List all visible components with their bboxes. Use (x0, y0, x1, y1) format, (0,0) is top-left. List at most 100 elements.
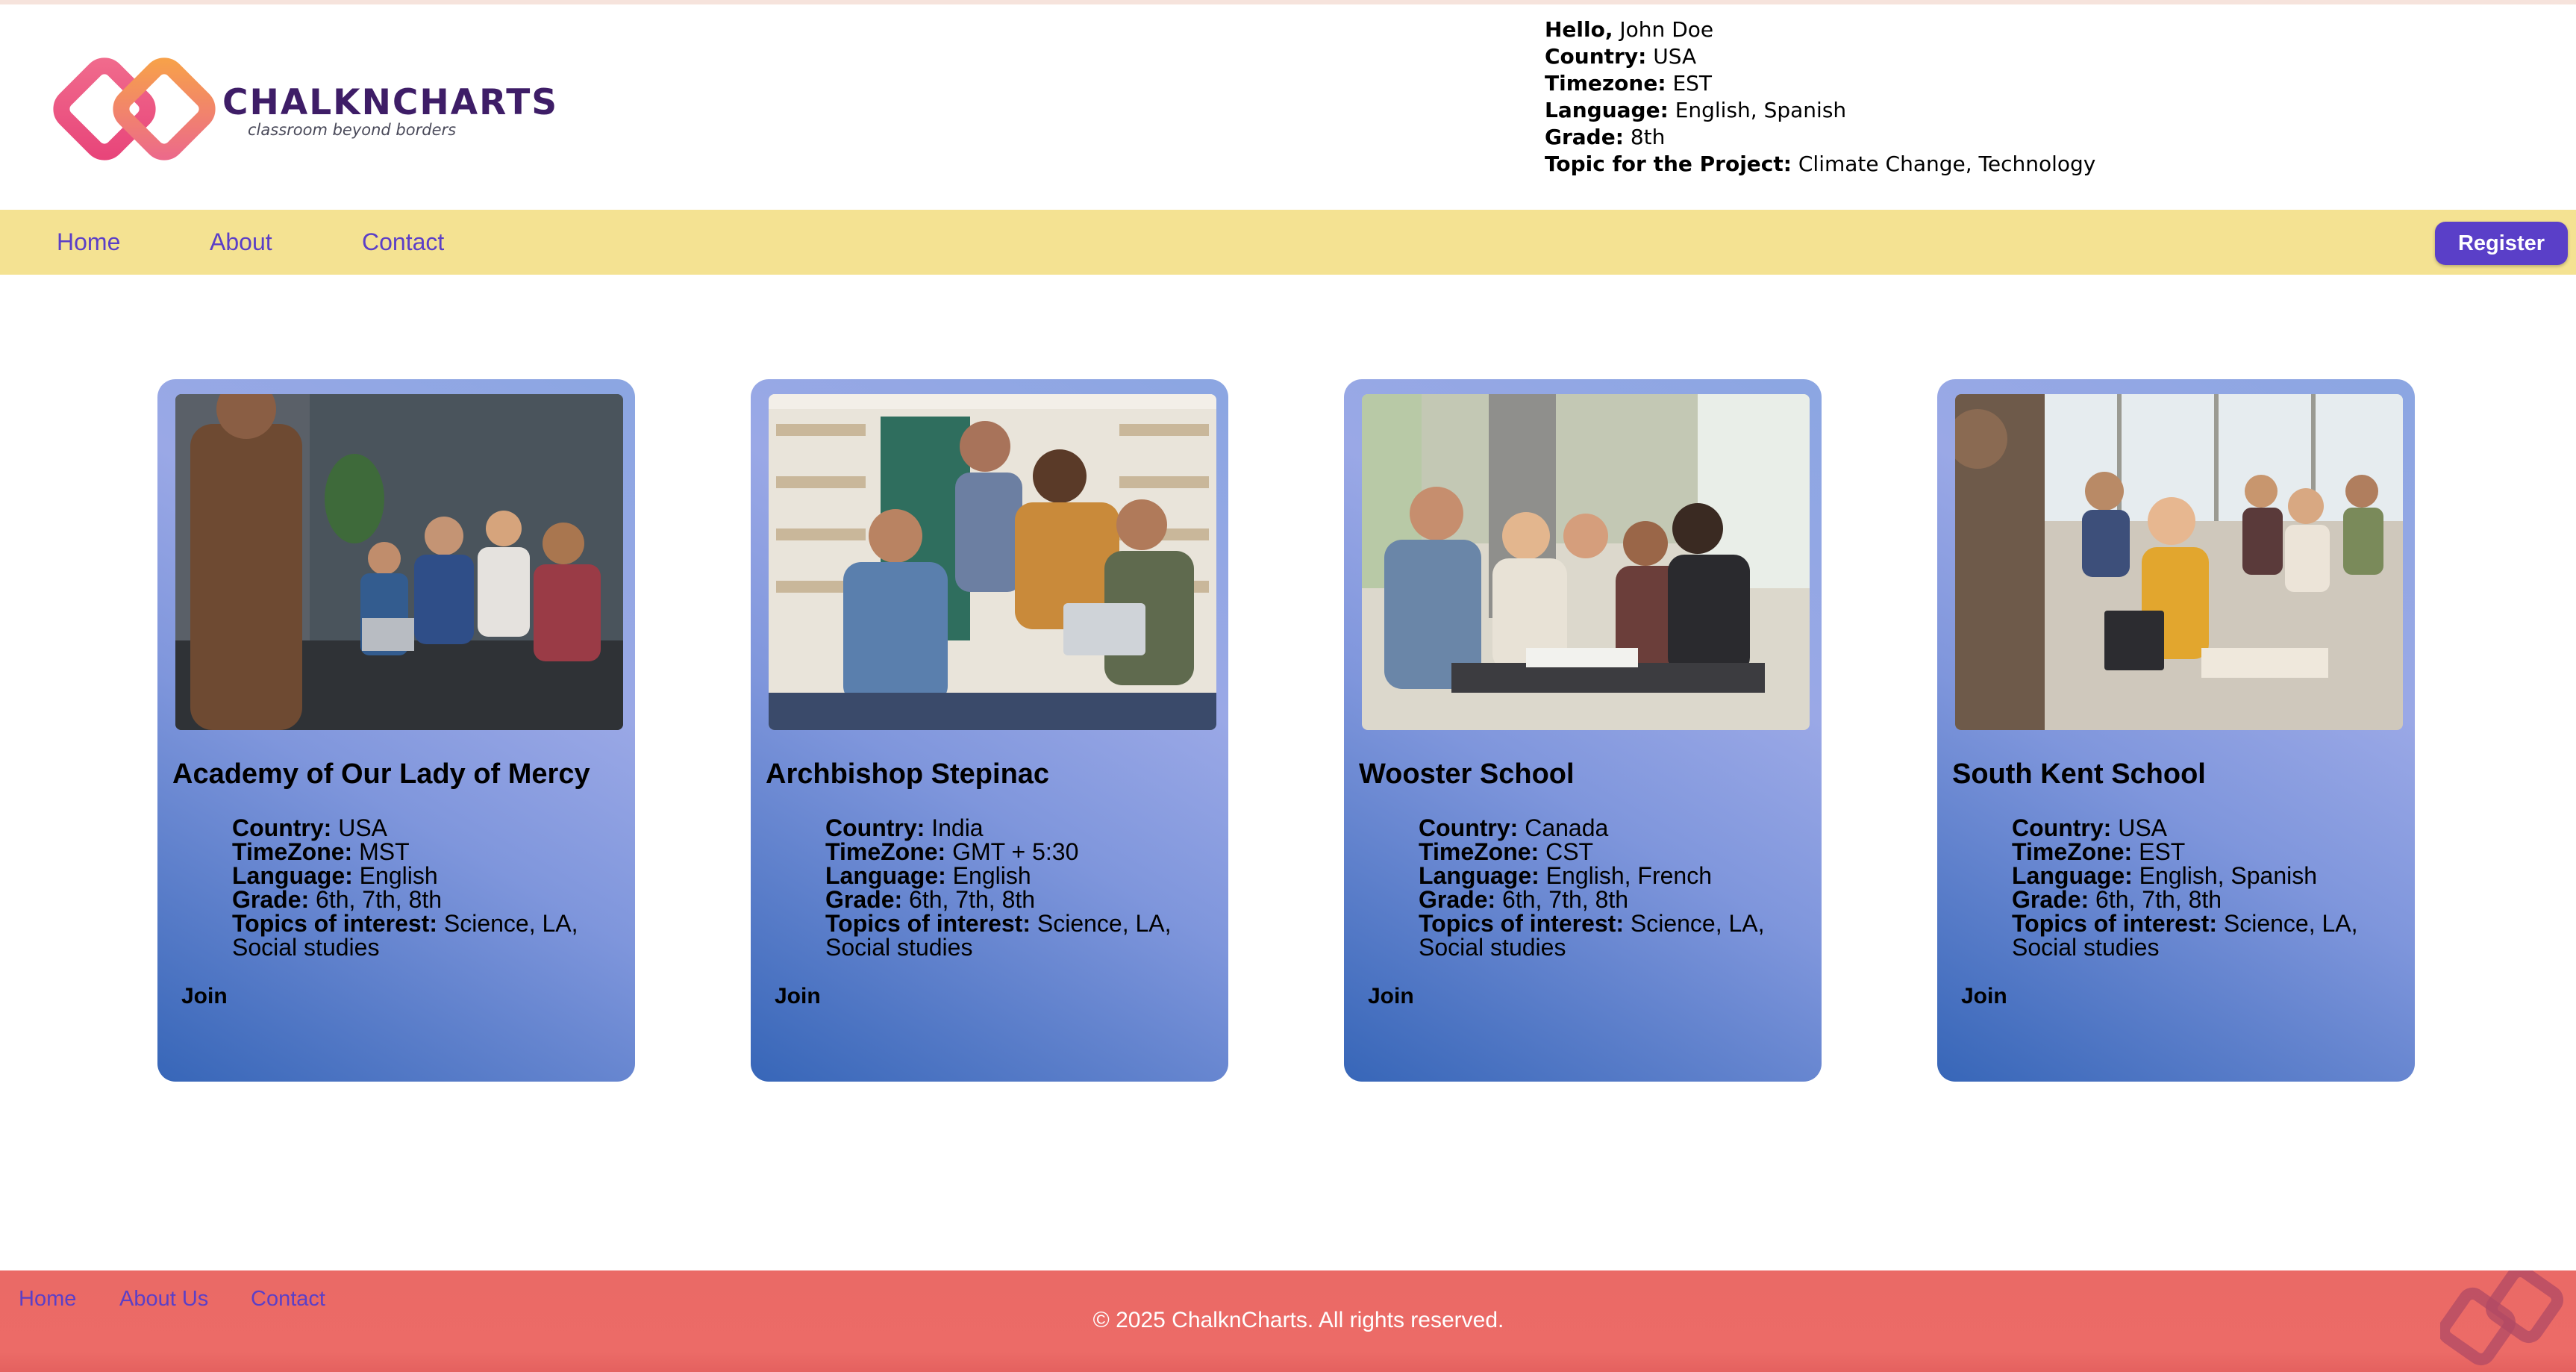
join-button[interactable]: Join (181, 984, 228, 1009)
nav-link-about[interactable]: About (210, 228, 272, 256)
detail-language: Language: English (825, 864, 1206, 888)
detail-language: Language: English, French (1419, 864, 1799, 888)
detail-grade: Grade: 6th, 7th, 8th (825, 888, 1206, 911)
school-details: Country: USA TimeZone: MST Language: Eng… (232, 816, 613, 959)
detail-label: Country: (825, 814, 925, 841)
detail-country: Country: USA (232, 816, 613, 840)
school-name: Academy of Our Lady of Mercy (172, 758, 590, 790)
detail-value: 6th, 7th, 8th (316, 886, 443, 913)
copyright-text: © 2025 ChalknCharts. All rights reserved… (1092, 1308, 1504, 1332)
nav-link-home[interactable]: Home (57, 228, 120, 256)
school-details: Country: India TimeZone: GMT + 5:30 Lang… (825, 816, 1206, 959)
footer-logo-icon (2440, 1270, 2564, 1366)
detail-label: Topics of interest: (2012, 910, 2217, 937)
user-profile-summary: Hello, John Doe Country: USA Timezone: E… (1545, 16, 2095, 178)
user-greeting-row: Hello, John Doe (1545, 16, 2095, 43)
detail-value: English (359, 862, 438, 889)
detail-value: English, French (1545, 862, 1712, 889)
school-photo (769, 394, 1216, 730)
detail-grade: Grade: 6th, 7th, 8th (232, 888, 613, 911)
country-label: Country: (1545, 44, 1647, 69)
brand-name: CHALKNCHARTS (222, 82, 559, 123)
detail-label: Language: (1419, 862, 1539, 889)
detail-topics: Topics of interest: Science, LA, Social … (825, 911, 1206, 959)
user-name: John Doe (1619, 17, 1714, 42)
detail-label: Topics of interest: (825, 910, 1031, 937)
classroom-photo-icon (175, 394, 623, 730)
detail-timezone: TimeZone: MST (232, 840, 613, 864)
school-name: Archbishop Stepinac (766, 758, 1050, 790)
detail-value: USA (338, 814, 387, 841)
detail-country: Country: USA (2012, 816, 2392, 840)
site-header: CHALKNCHARTS classroom beyond borders He… (0, 4, 2576, 210)
detail-value: USA (2118, 814, 2167, 841)
detail-value: Canada (1525, 814, 1609, 841)
hello-label: Hello, (1545, 17, 1613, 42)
school-photo (175, 394, 623, 730)
study-group-photo-icon (1362, 394, 1810, 730)
lecture-hall-photo-icon (1955, 394, 2403, 730)
school-card: Academy of Our Lady of Mercy Country: US… (157, 379, 635, 1082)
user-language: English, Spanish (1675, 98, 1847, 122)
detail-topics: Topics of interest: Science, LA, Social … (2012, 911, 2392, 959)
detail-value: CST (1545, 838, 1594, 865)
detail-value: 6th, 7th, 8th (909, 886, 1036, 913)
user-timezone: EST (1672, 71, 1713, 96)
nav-link-contact[interactable]: Contact (362, 228, 444, 256)
detail-label: Country: (1419, 814, 1519, 841)
detail-country: Country: India (825, 816, 1206, 840)
detail-value: English, Spanish (2139, 862, 2318, 889)
brand-tagline: classroom beyond borders (248, 121, 457, 139)
school-photo (1955, 394, 2403, 730)
detail-label: TimeZone: (1419, 838, 1539, 865)
school-cards-grid: Academy of Our Lady of Mercy Country: US… (0, 379, 2576, 1083)
user-topic: Climate Change, Technology (1798, 152, 2096, 176)
user-timezone-row: Timezone: EST (1545, 70, 2095, 97)
school-details: Country: Canada TimeZone: CST Language: … (1419, 816, 1799, 959)
user-country-row: Country: USA (1545, 43, 2095, 70)
detail-label: TimeZone: (825, 838, 946, 865)
user-language-row: Language: English, Spanish (1545, 97, 2095, 124)
topic-label: Topic for the Project: (1545, 152, 1792, 176)
detail-topics: Topics of interest: Science, LA, Social … (1419, 911, 1799, 959)
detail-value: 6th, 7th, 8th (2095, 886, 2222, 913)
language-label: Language: (1545, 98, 1669, 122)
school-card: Wooster School Country: Canada TimeZone:… (1344, 379, 1822, 1082)
school-card: Archbishop Stepinac Country: India TimeZ… (751, 379, 1228, 1082)
detail-country: Country: Canada (1419, 816, 1799, 840)
register-button[interactable]: Register (2435, 222, 2568, 265)
detail-language: Language: English, Spanish (2012, 864, 2392, 888)
infinity-logo-icon (53, 57, 216, 160)
brand-logo[interactable]: CHALKNCHARTS classroom beyond borders (52, 55, 557, 175)
main-nav-bar: Home About Contact Register (0, 210, 2576, 275)
detail-timezone: TimeZone: CST (1419, 840, 1799, 864)
detail-value: English (952, 862, 1031, 889)
detail-value: GMT + 5:30 (952, 838, 1079, 865)
detail-label: Language: (825, 862, 946, 889)
join-button[interactable]: Join (1368, 984, 1414, 1009)
detail-label: Topics of interest: (1419, 910, 1624, 937)
detail-label: Grade: (2012, 886, 2089, 913)
user-grade-row: Grade: 8th (1545, 124, 2095, 151)
user-grade: 8th (1630, 125, 1666, 149)
grade-label: Grade: (1545, 125, 1624, 149)
detail-label: Grade: (1419, 886, 1496, 913)
detail-label: Country: (2012, 814, 2112, 841)
detail-label: Language: (232, 862, 353, 889)
detail-label: Grade: (825, 886, 903, 913)
timezone-label: Timezone: (1545, 71, 1666, 96)
detail-timezone: TimeZone: EST (2012, 840, 2392, 864)
detail-value: MST (359, 838, 410, 865)
detail-topics: Topics of interest: Science, LA, Social … (232, 911, 613, 959)
detail-label: Language: (2012, 862, 2133, 889)
detail-timezone: TimeZone: GMT + 5:30 (825, 840, 1206, 864)
join-button[interactable]: Join (775, 984, 821, 1009)
join-button[interactable]: Join (1961, 984, 2007, 1009)
detail-label: Topics of interest: (232, 910, 437, 937)
school-details: Country: USA TimeZone: EST Language: Eng… (2012, 816, 2392, 959)
school-photo (1362, 394, 1810, 730)
detail-grade: Grade: 6th, 7th, 8th (1419, 888, 1799, 911)
school-name: Wooster School (1359, 758, 1575, 790)
detail-value: 6th, 7th, 8th (1502, 886, 1629, 913)
detail-grade: Grade: 6th, 7th, 8th (2012, 888, 2392, 911)
